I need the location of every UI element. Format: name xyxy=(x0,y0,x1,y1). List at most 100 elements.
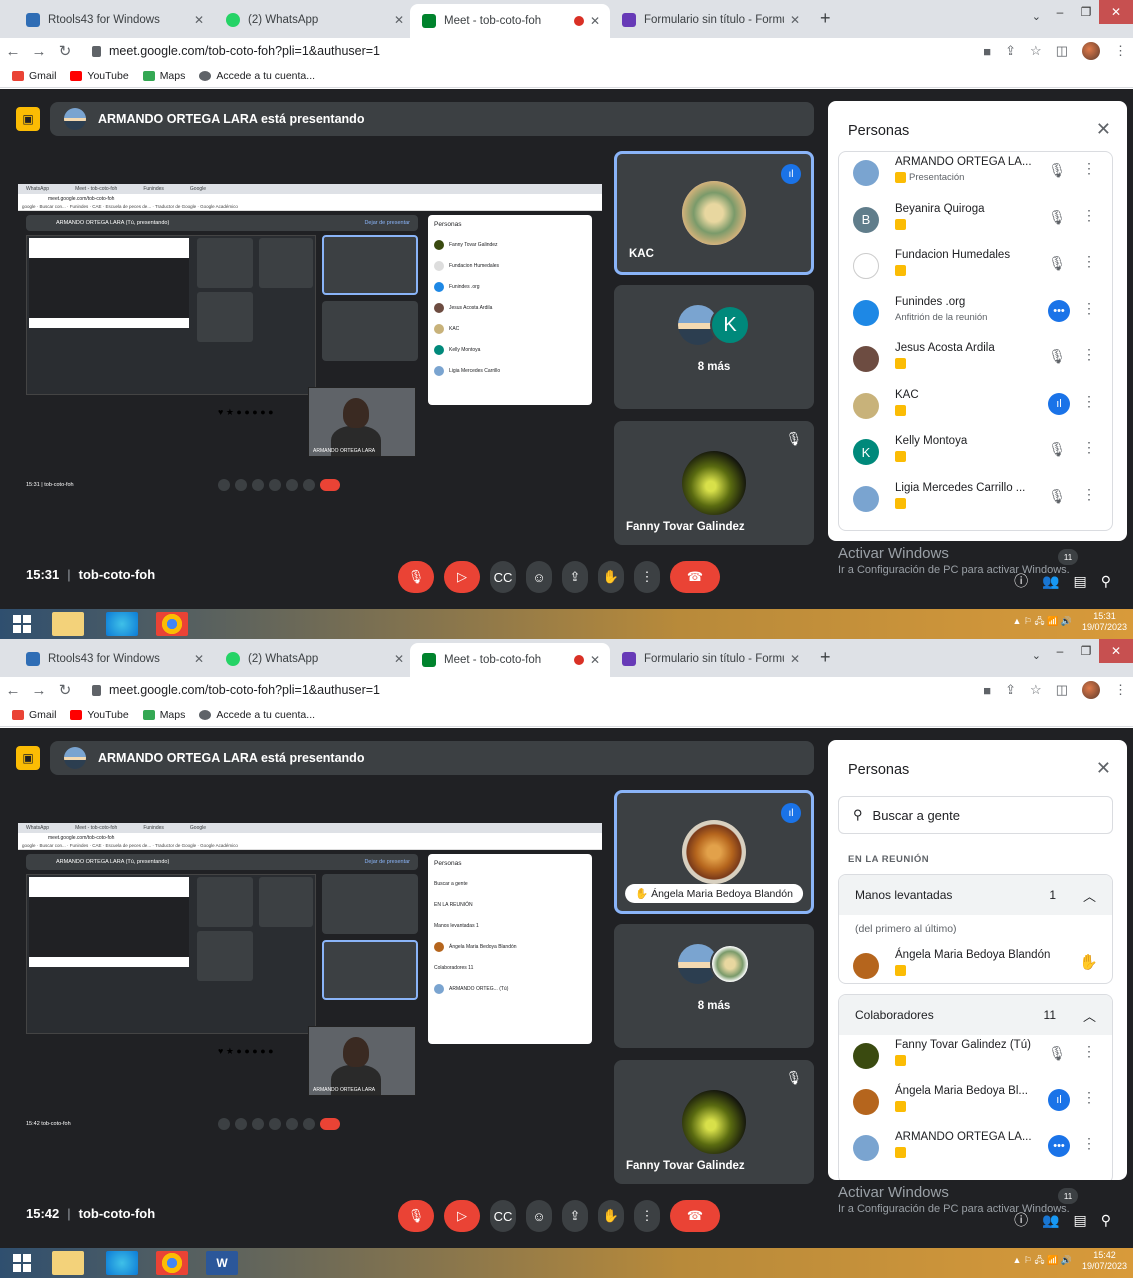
more-options-icon[interactable]: ⋮ xyxy=(1082,393,1096,410)
minimize-button[interactable]: – xyxy=(1047,0,1073,24)
more-options-button[interactable]: ⋮ xyxy=(634,561,660,593)
back-icon[interactable]: ← xyxy=(0,43,26,60)
url-field[interactable]: meet.google.com/tob-coto-foh?pli=1&authu… xyxy=(92,44,380,58)
chat-icon[interactable]: ▤ xyxy=(1074,1212,1087,1229)
more-options-icon[interactable]: ⋮ xyxy=(1082,253,1096,270)
new-tab-button[interactable]: + xyxy=(820,647,831,668)
share-icon[interactable]: ⇪ xyxy=(1005,682,1016,698)
participant-row[interactable]: Ligia Mercedes Carrillo ... 🎙︎ ⋮ xyxy=(839,478,1112,524)
more-options-icon[interactable]: ⋮ xyxy=(1082,1089,1096,1106)
camera-button[interactable]: ▷ xyxy=(444,561,480,593)
camera-icon[interactable]: ■ xyxy=(983,683,991,698)
maximize-button[interactable]: ❐ xyxy=(1073,639,1099,663)
info-icon[interactable]: ⓘ xyxy=(1014,1210,1028,1230)
bookmark-youtube[interactable]: YouTube xyxy=(70,709,129,721)
more-options-icon[interactable]: ⋮ xyxy=(1082,160,1096,177)
more-options-icon[interactable]: ⋮ xyxy=(1082,1135,1096,1152)
close-icon[interactable]: ✕ xyxy=(194,652,204,666)
present-button[interactable]: ⇪ xyxy=(562,561,588,593)
close-icon[interactable]: ✕ xyxy=(394,652,404,666)
present-icon[interactable]: ▣ xyxy=(16,107,40,131)
tile-angela[interactable]: ıl ✋ Ángela Maria Bedoya Blandón xyxy=(614,790,814,914)
mic-off-icon[interactable]: 🎙︎ xyxy=(1048,255,1066,272)
emoji-button[interactable]: ☺ xyxy=(526,561,552,593)
close-icon[interactable]: ✕ xyxy=(194,13,204,27)
more-options-icon[interactable]: ⋮ xyxy=(1082,486,1096,503)
participant-row[interactable]: Jesus Acosta Ardila 🎙︎ ⋮ xyxy=(839,338,1112,384)
tab-search-icon[interactable]: ⌄ xyxy=(1032,10,1041,23)
present-icon[interactable]: ▣ xyxy=(16,746,40,770)
sidepanel-icon[interactable]: ◫ xyxy=(1056,43,1068,59)
word-icon[interactable]: W xyxy=(206,1251,238,1275)
bookmark-gmail[interactable]: Gmail xyxy=(12,70,56,82)
more-options-icon[interactable]: ⋮ xyxy=(1082,346,1096,363)
bookmark-youtube[interactable]: YouTube xyxy=(70,70,129,82)
tab-forms[interactable]: Formulario sin título - Formulario✕ xyxy=(610,5,810,34)
close-icon[interactable]: ✕ xyxy=(790,13,800,27)
raised-hands-header[interactable]: Manos levantadas 1 ︿ xyxy=(839,875,1112,915)
chrome-icon[interactable] xyxy=(156,1251,188,1275)
bookmark-maps[interactable]: Maps xyxy=(142,709,185,721)
close-icon[interactable]: ✕ xyxy=(790,652,800,666)
new-tab-button[interactable]: + xyxy=(820,8,831,29)
close-icon[interactable]: ✕ xyxy=(590,653,600,667)
menu-icon[interactable]: ⋮ xyxy=(1114,43,1127,59)
reload-icon[interactable]: ↻ xyxy=(52,681,78,699)
mic-button[interactable]: 🎙︎ xyxy=(398,561,434,593)
chat-icon[interactable]: ▤ xyxy=(1074,573,1087,590)
reload-icon[interactable]: ↻ xyxy=(52,42,78,60)
close-panel-icon[interactable]: ✕ xyxy=(1096,119,1111,140)
participant-row[interactable]: K Kelly Montoya 🎙︎ ⋮ xyxy=(839,431,1112,477)
captions-button[interactable]: CC xyxy=(490,1200,516,1232)
tab-whatsapp[interactable]: (2) WhatsApp ✕ xyxy=(214,644,414,673)
bookmark-gmail[interactable]: Gmail xyxy=(12,709,56,721)
mic-button[interactable]: 🎙︎ xyxy=(398,1200,434,1232)
participant-row[interactable]: ARMANDO ORTEGA LA... Presentación 🎙︎ ⋮ xyxy=(839,152,1112,198)
sidepanel-icon[interactable]: ◫ xyxy=(1056,682,1068,698)
forward-icon[interactable]: → xyxy=(26,682,52,699)
maximize-button[interactable]: ❐ xyxy=(1073,0,1099,24)
profile-avatar[interactable] xyxy=(1082,681,1100,699)
tab-forms[interactable]: Formulario sin título - Formulario✕ xyxy=(610,644,810,673)
bookmark-account[interactable]: Accede a tu cuenta... xyxy=(199,70,315,82)
speaking-icon[interactable]: ıl xyxy=(1048,1089,1070,1111)
chrome-icon[interactable] xyxy=(156,612,188,636)
tab-search-icon[interactable]: ⌄ xyxy=(1032,649,1041,662)
url-field[interactable]: meet.google.com/tob-coto-foh?pli=1&authu… xyxy=(92,683,380,697)
mic-off-icon[interactable]: 🎙︎ xyxy=(1048,348,1066,365)
tile-fanny[interactable]: 🎙︎ Fanny Tovar Galindez xyxy=(614,1060,814,1184)
forward-icon[interactable]: → xyxy=(26,43,52,60)
participant-row[interactable]: Ángela Maria Bedoya Bl... ıl ⋮ xyxy=(839,1081,1112,1127)
leave-call-button[interactable]: ☎ xyxy=(670,1200,720,1232)
start-button[interactable] xyxy=(8,1251,36,1275)
info-icon[interactable]: ⓘ xyxy=(1014,571,1028,591)
close-window-button[interactable]: ✕ xyxy=(1099,639,1133,663)
captions-button[interactable]: CC xyxy=(490,561,516,593)
participant-row[interactable]: Fanny Tovar Galindez (Tú) 🎙︎ ⋮ xyxy=(839,1035,1112,1081)
mic-off-icon[interactable]: 🎙︎ xyxy=(1048,488,1066,505)
back-icon[interactable]: ← xyxy=(0,682,26,699)
emoji-button[interactable]: ☺ xyxy=(526,1200,552,1232)
tile-kac[interactable]: ıl KAC xyxy=(614,151,814,275)
bookmark-account[interactable]: Accede a tu cuenta... xyxy=(199,709,315,721)
participant-row[interactable]: B Beyanira Quiroga 🎙︎ ⋮ xyxy=(839,199,1112,245)
profile-avatar[interactable] xyxy=(1082,42,1100,60)
speaking-icon[interactable]: ıl xyxy=(1048,392,1070,415)
participant-row[interactable]: KAC ıl ⋮ xyxy=(839,385,1112,431)
camera-button[interactable]: ▷ xyxy=(444,1200,480,1232)
more-icon[interactable]: ••• xyxy=(1048,299,1070,322)
people-icon[interactable]: 👥 xyxy=(1042,1212,1059,1229)
more-options-icon[interactable]: ⋮ xyxy=(1082,439,1096,456)
camera-icon[interactable]: ■ xyxy=(983,44,991,59)
mic-off-icon[interactable]: 🎙︎ xyxy=(1048,441,1066,458)
close-icon[interactable]: ✕ xyxy=(394,13,404,27)
activities-icon[interactable]: ⚲ xyxy=(1101,573,1111,590)
edge-icon[interactable] xyxy=(106,1251,138,1275)
tab-meet[interactable]: Meet - tob-coto-foh ✕ xyxy=(410,643,610,677)
participant-row[interactable]: Funindes .org Anfitrión de la reunión ••• ⋮ xyxy=(839,292,1112,338)
raise-hand-button[interactable]: ✋ xyxy=(598,1200,624,1232)
bookmark-maps[interactable]: Maps xyxy=(142,70,185,82)
close-panel-icon[interactable]: ✕ xyxy=(1096,758,1111,779)
tile-more[interactable]: 8 más xyxy=(614,924,814,1048)
menu-icon[interactable]: ⋮ xyxy=(1114,682,1127,698)
